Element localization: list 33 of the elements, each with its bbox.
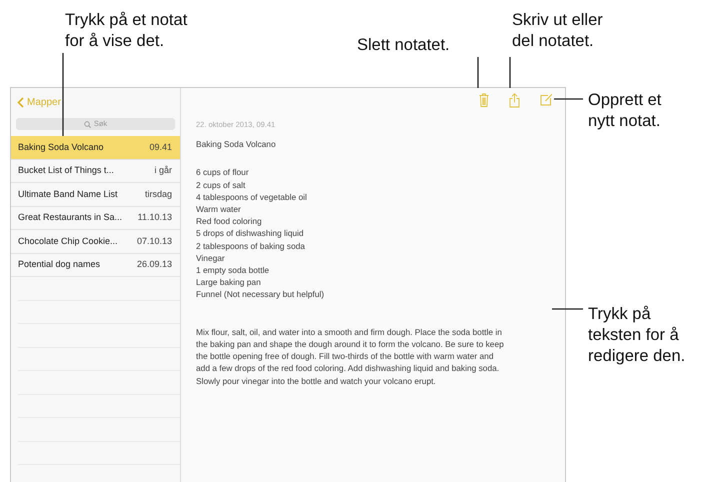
ingredient-line[interactable]: 5 drops of dishwashing liquid — [196, 227, 565, 240]
ingredient-line[interactable]: Vinegar — [196, 252, 565, 264]
note-list-item[interactable]: Great Restaurants in Sa... 11.10.13 — [11, 206, 180, 230]
ingredient-line[interactable]: 4 tablespoons of vegetable oil — [196, 190, 565, 204]
chevron-left-icon — [17, 97, 24, 108]
callout-label: Trykk på teksten for å redigere den. — [588, 304, 686, 367]
leader-line — [554, 98, 583, 100]
ingredient-line[interactable]: Large baking pan — [196, 276, 565, 288]
ingredient-line[interactable]: Funnel (Not necessary but helpful) — [196, 288, 565, 301]
callout-label: Opprett et nytt notat. — [588, 90, 662, 132]
share-icon[interactable] — [509, 93, 520, 108]
note-list-item[interactable]: Chocolate Chip Cookie... 07.10.13 — [11, 230, 180, 254]
compose-icon[interactable] — [540, 93, 553, 106]
note-list-item[interactable]: Potential dog names 26.09.13 — [11, 254, 180, 277]
callout-label: Trykk på et notat for å vise det. — [65, 10, 188, 52]
ingredient-line[interactable]: 1 empty soda bottle — [196, 264, 565, 276]
search-icon — [84, 120, 91, 128]
ingredient-line[interactable]: 2 tablespoons of baking soda — [196, 240, 565, 252]
ingredient-line[interactable]: Red food coloring — [196, 215, 565, 228]
callout-label: Skriv ut eller del notatet. — [512, 10, 603, 52]
leader-line — [509, 57, 511, 88]
trash-icon[interactable] — [479, 93, 489, 107]
ingredient-line[interactable]: 2 cups of salt — [196, 178, 565, 191]
note-list-item[interactable]: Bucket List of Things t... i går — [11, 160, 180, 183]
note-list-item[interactable]: Baking Soda Volcano 09.41 — [11, 136, 180, 160]
leader-line — [552, 308, 583, 310]
ingredient-line[interactable]: Warm water — [196, 203, 565, 216]
note-list-item[interactable]: Ultimate Band Name List tirsdag — [11, 183, 180, 206]
ingredient-line[interactable]: 6 cups of flour — [196, 166, 565, 179]
note-title[interactable]: Baking Soda Volcano — [196, 138, 565, 150]
callout-label: Slett notatet. — [357, 35, 450, 56]
note-paragraph[interactable]: Mix flour, salt, oil, and water into a smooth and firm dough. Place the soda bottle in the baking pan and shape the dough around it to form the volcano. Be sure to keep the bottle opening free of dough. Fill two-thirds of the bottle with warm water and add a few drops of the red food coloring. Add dishwashing liquid and baking soda. Slowly pour vinegar into the bottle and watch your volcano erupt. — [196, 326, 565, 387]
leader-line — [477, 57, 479, 88]
